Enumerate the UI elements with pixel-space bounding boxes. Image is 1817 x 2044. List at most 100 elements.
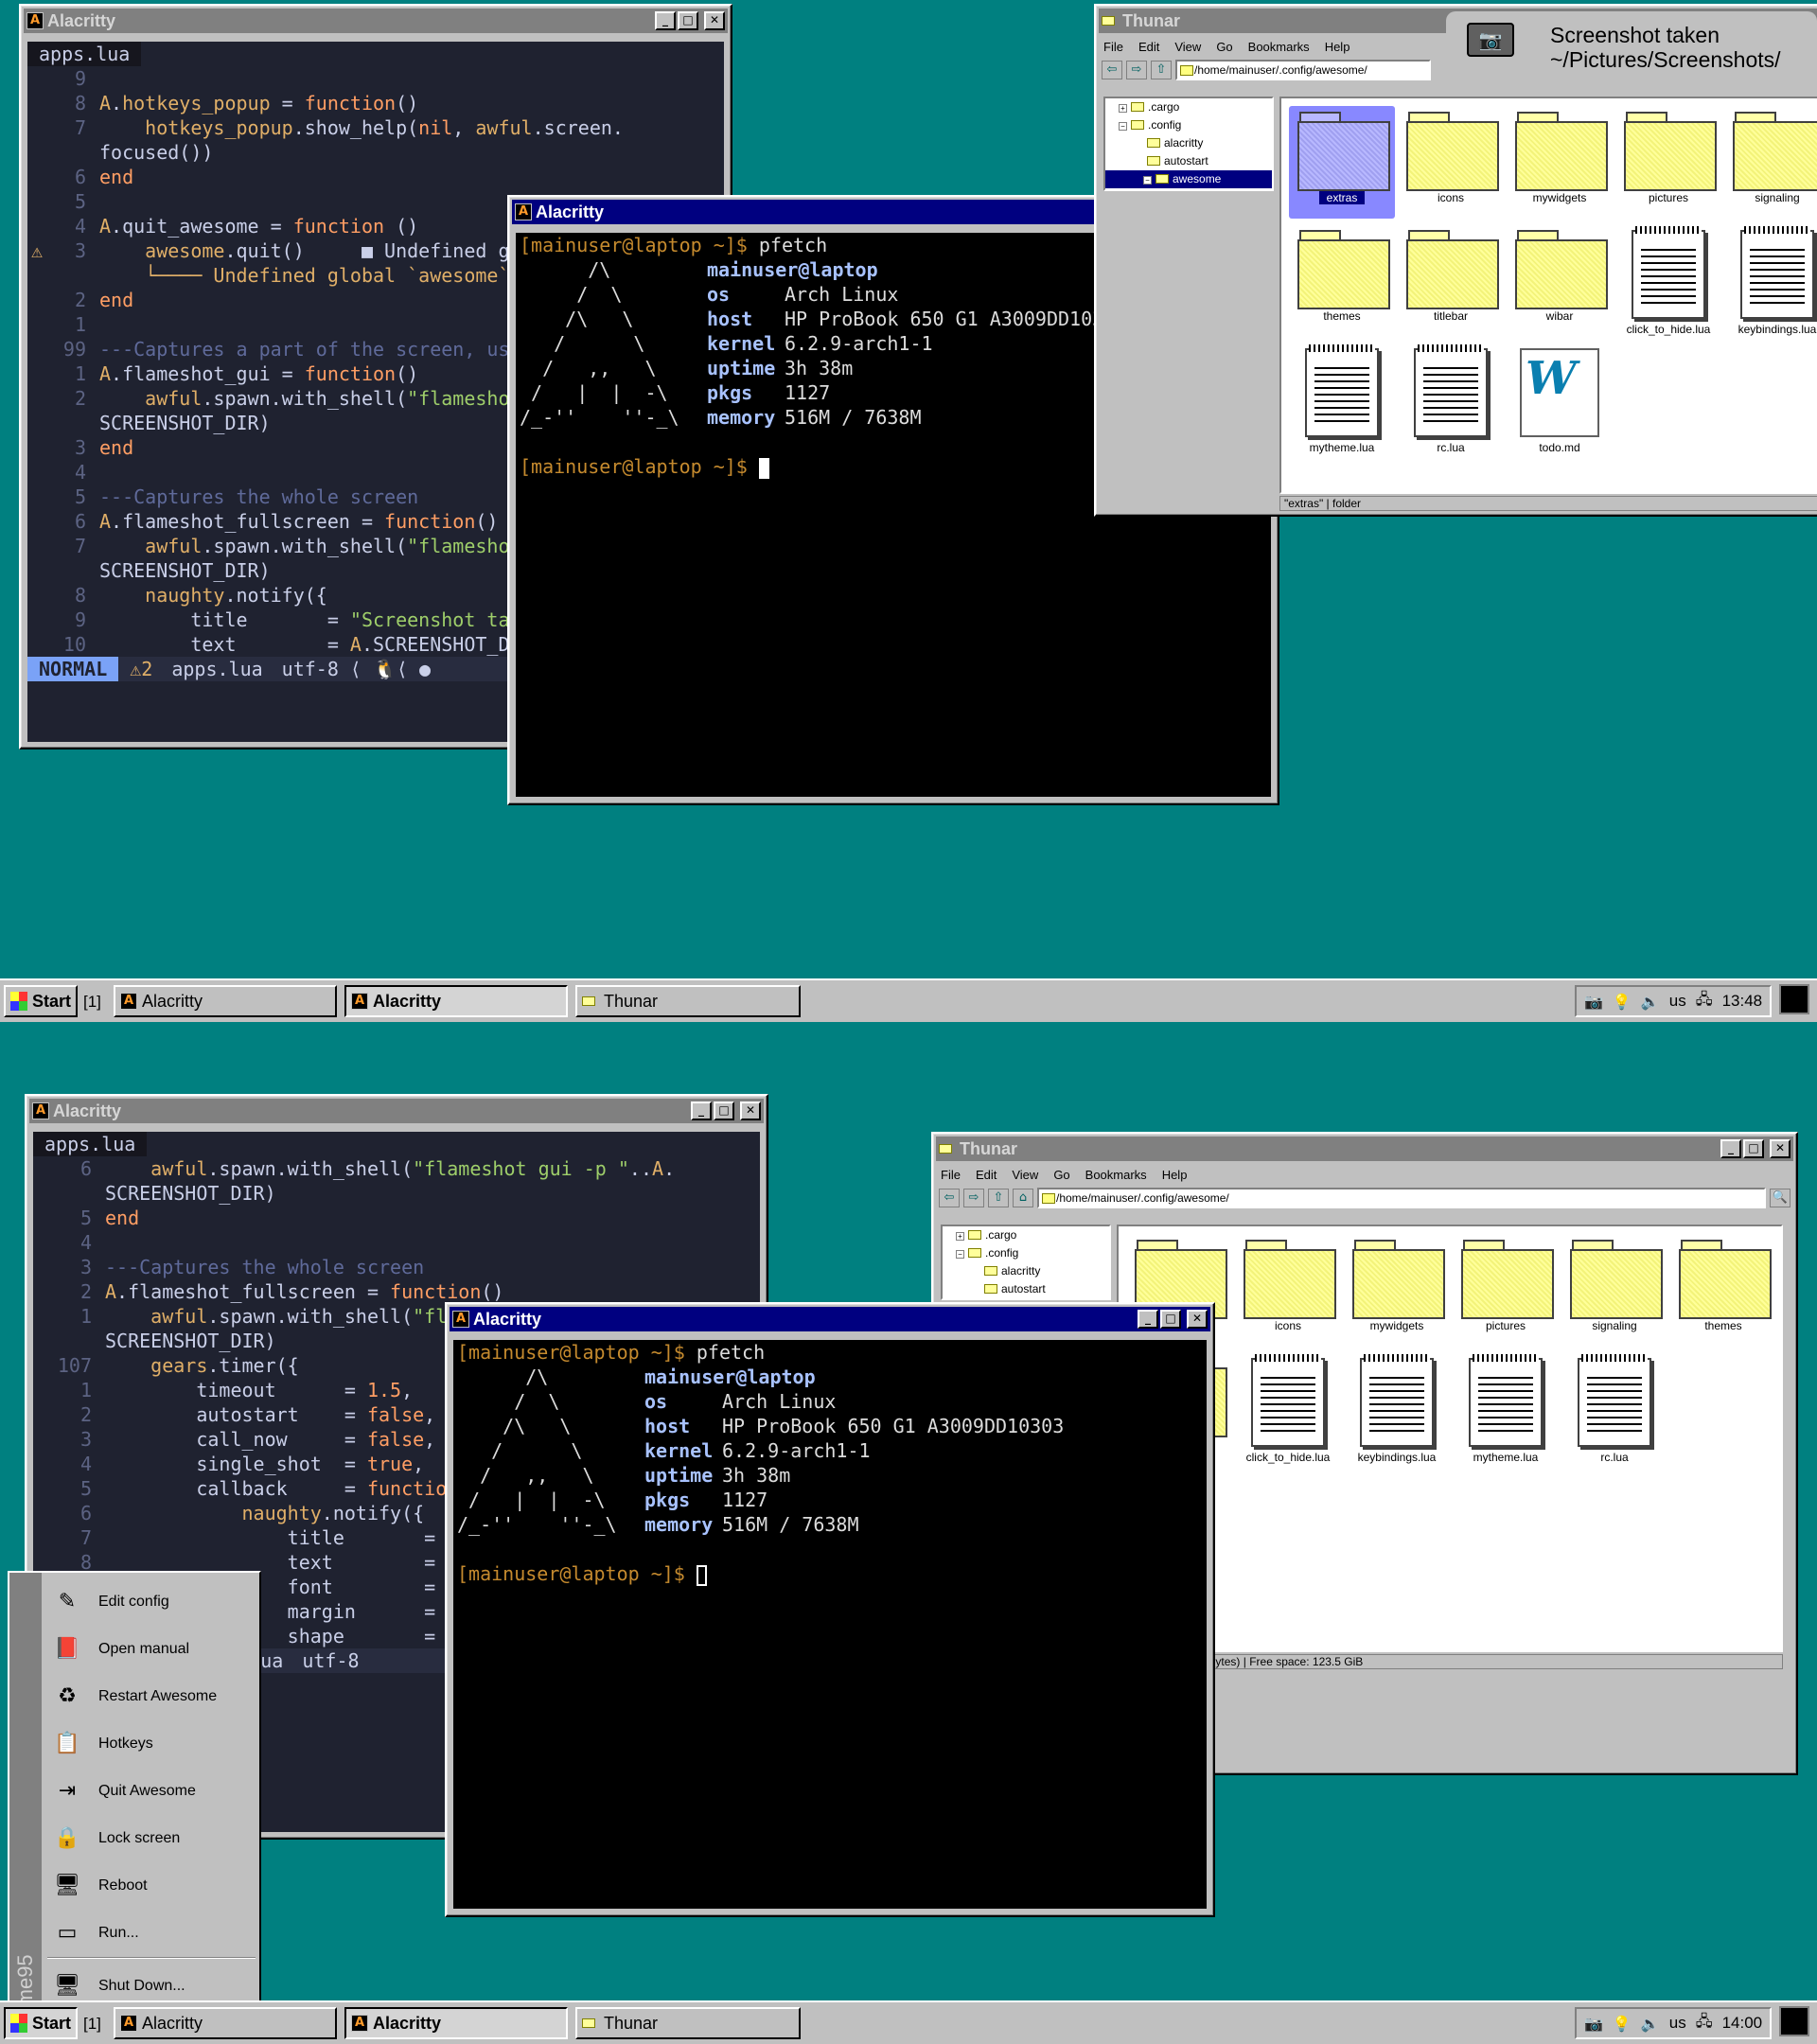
maximize-button[interactable]: □ (678, 11, 698, 30)
tree-item[interactable]: −awesome (1105, 170, 1272, 188)
close-button[interactable]: ✕ (1187, 1310, 1208, 1329)
alacritty-terminal-window[interactable]: A Alacritty _□ ✕ [mainuser@laptop ~]$ pfe… (445, 1302, 1215, 1917)
start-menu-item[interactable]: ▭ Run... (42, 1910, 259, 1957)
close-button[interactable]: ✕ (740, 1101, 761, 1120)
tag-indicator[interactable]: [1] (83, 2015, 101, 2034)
start-menu-item[interactable]: 📋 Hotkeys (42, 1720, 259, 1768)
home-button[interactable]: ⌂ (1013, 1189, 1033, 1207)
file-item[interactable]: mytheme.lua (1453, 1352, 1559, 1465)
file-item[interactable]: keybindings.lua (1344, 1352, 1450, 1465)
expander-icon[interactable]: − (956, 1250, 964, 1259)
minimize-button[interactable]: _ (1720, 1139, 1741, 1158)
start-menu-item[interactable]: 🔒 Lock screen (42, 1815, 259, 1862)
maximize-button[interactable]: □ (714, 1101, 734, 1120)
expander-icon[interactable]: + (956, 1232, 964, 1241)
tree-item[interactable]: autostart (1105, 152, 1272, 170)
back-button[interactable]: ⇦ (939, 1189, 960, 1207)
path-field[interactable]: /home/mainuser/.config/awesome/ (1037, 1188, 1766, 1208)
minimize-button[interactable]: _ (655, 11, 676, 30)
buffer-tab[interactable]: apps.lua (27, 42, 142, 66)
file-item[interactable]: icons (1398, 106, 1504, 219)
lightbulb-icon[interactable]: 💡 (1613, 2015, 1632, 2033)
tag-indicator[interactable]: [1] (83, 993, 101, 1012)
layout-icon[interactable] (1779, 984, 1809, 1014)
file-item[interactable]: rc.lua (1561, 1352, 1667, 1465)
up-button[interactable]: ⇧ (988, 1189, 1009, 1207)
expander-icon[interactable]: + (1119, 104, 1127, 113)
expander-icon[interactable]: − (1119, 122, 1127, 131)
tree-item[interactable]: alacritty (943, 1262, 1109, 1280)
task-button-alacritty-1[interactable]: A Alacritty (114, 2007, 337, 2039)
tree-item[interactable]: alacritty (1105, 134, 1272, 152)
network-icon[interactable]: 🖧 (1696, 2011, 1713, 2036)
folder-tree[interactable]: + .cargo − .config alacritty autostart − awesom… (1103, 97, 1274, 191)
volume-icon[interactable]: 🔈 (1641, 2015, 1660, 2033)
search-icon[interactable]: 🔍 (1770, 1189, 1791, 1207)
camera-icon[interactable]: 📷 (1584, 993, 1603, 1011)
tree-item[interactable]: − .config (1105, 116, 1272, 134)
file-item[interactable]: themes (1289, 224, 1395, 337)
titlebar[interactable]: A Alacritty _□ ✕ (29, 1099, 764, 1123)
file-item[interactable]: pictures (1453, 1234, 1559, 1347)
expander-icon[interactable]: − (1143, 176, 1152, 185)
task-button-alacritty-2[interactable]: A Alacritty (344, 2007, 568, 2039)
file-item[interactable]: Wtodo.md (1507, 343, 1613, 455)
file-grid[interactable]: iconsmywidgetspicturessignalingthemeswib… (1117, 1225, 1783, 1652)
menu-bookmarks[interactable]: Bookmarks (1248, 40, 1310, 54)
start-button[interactable]: Start (4, 985, 78, 1017)
menu-file[interactable]: File (941, 1168, 961, 1182)
file-item[interactable]: wibar (1507, 224, 1613, 337)
start-menu-item[interactable]: ⇥ Quit Awesome (42, 1768, 259, 1815)
menu-view[interactable]: View (1174, 40, 1201, 54)
tree-item[interactable]: + .cargo (943, 1226, 1109, 1244)
up-button[interactable]: ⇧ (1151, 61, 1172, 79)
menu-bookmarks[interactable]: Bookmarks (1085, 1168, 1147, 1182)
screenshot-notification[interactable]: 📷 Screenshot taken ~/Pictures/Screenshot… (1446, 11, 1817, 93)
close-button[interactable]: ✕ (704, 11, 725, 30)
file-item[interactable]: click_to_hide.lua (1235, 1352, 1341, 1465)
task-button-alacritty-2[interactable]: A Alacritty (344, 985, 568, 1017)
file-item[interactable]: mytheme.lua (1289, 343, 1395, 455)
menu-view[interactable]: View (1012, 1168, 1038, 1182)
task-button-thunar[interactable]: Thunar (575, 2007, 801, 2039)
path-field[interactable]: /home/mainuser/.config/awesome/ (1175, 60, 1431, 80)
file-item[interactable]: themes (1670, 1234, 1776, 1347)
start-menu-item[interactable]: 🖥 Reboot (42, 1862, 259, 1910)
tree-item[interactable]: −awesome (943, 1298, 1109, 1300)
clock[interactable]: 13:48 (1722, 992, 1763, 1011)
maximize-button[interactable]: □ (1160, 1310, 1181, 1329)
start-menu-item[interactable]: 📕 Open manual (42, 1626, 259, 1673)
keyboard-layout[interactable]: us (1669, 992, 1686, 1011)
file-item[interactable]: click_to_hide.lua (1615, 224, 1721, 337)
file-item[interactable]: mywidgets (1507, 106, 1613, 219)
menu-help[interactable]: Help (1162, 1168, 1188, 1182)
menu-help[interactable]: Help (1325, 40, 1350, 54)
task-button-alacritty-1[interactable]: A Alacritty (114, 985, 337, 1017)
file-item[interactable]: signaling (1724, 106, 1817, 219)
titlebar[interactable]: A Alacritty _□ ✕ (24, 9, 728, 33)
file-item[interactable]: titlebar (1398, 224, 1504, 337)
maximize-button[interactable]: □ (1743, 1139, 1764, 1158)
lightbulb-icon[interactable]: 💡 (1613, 993, 1632, 1011)
file-grid[interactable]: extras icons mywidgets pictures signaling the… (1279, 97, 1817, 494)
tree-item[interactable]: − .config (943, 1244, 1109, 1262)
layout-icon[interactable] (1779, 2006, 1809, 2036)
start-menu-item[interactable]: ♻ Restart Awesome (42, 1673, 259, 1720)
task-button-thunar[interactable]: Thunar (575, 985, 801, 1017)
menu-go[interactable]: Go (1053, 1168, 1069, 1182)
close-button[interactable]: ✕ (1770, 1139, 1791, 1158)
menu-edit[interactable]: Edit (1138, 40, 1159, 54)
minimize-button[interactable]: _ (691, 1101, 712, 1120)
clock[interactable]: 14:00 (1722, 2014, 1763, 2033)
tree-item[interactable]: + .cargo (1105, 98, 1272, 116)
minimize-button[interactable]: _ (1138, 1310, 1158, 1329)
keyboard-layout[interactable]: us (1669, 2014, 1686, 2033)
tree-item[interactable]: autostart (943, 1280, 1109, 1298)
start-button[interactable]: Start (4, 2007, 78, 2039)
file-item[interactable]: signaling (1561, 1234, 1667, 1347)
buffer-tab[interactable]: apps.lua (33, 1132, 148, 1156)
network-icon[interactable]: 🖧 (1696, 989, 1713, 1014)
forward-button[interactable]: ⇨ (1126, 61, 1147, 79)
volume-icon[interactable]: 🔈 (1641, 993, 1660, 1011)
menu-edit[interactable]: Edit (976, 1168, 997, 1182)
